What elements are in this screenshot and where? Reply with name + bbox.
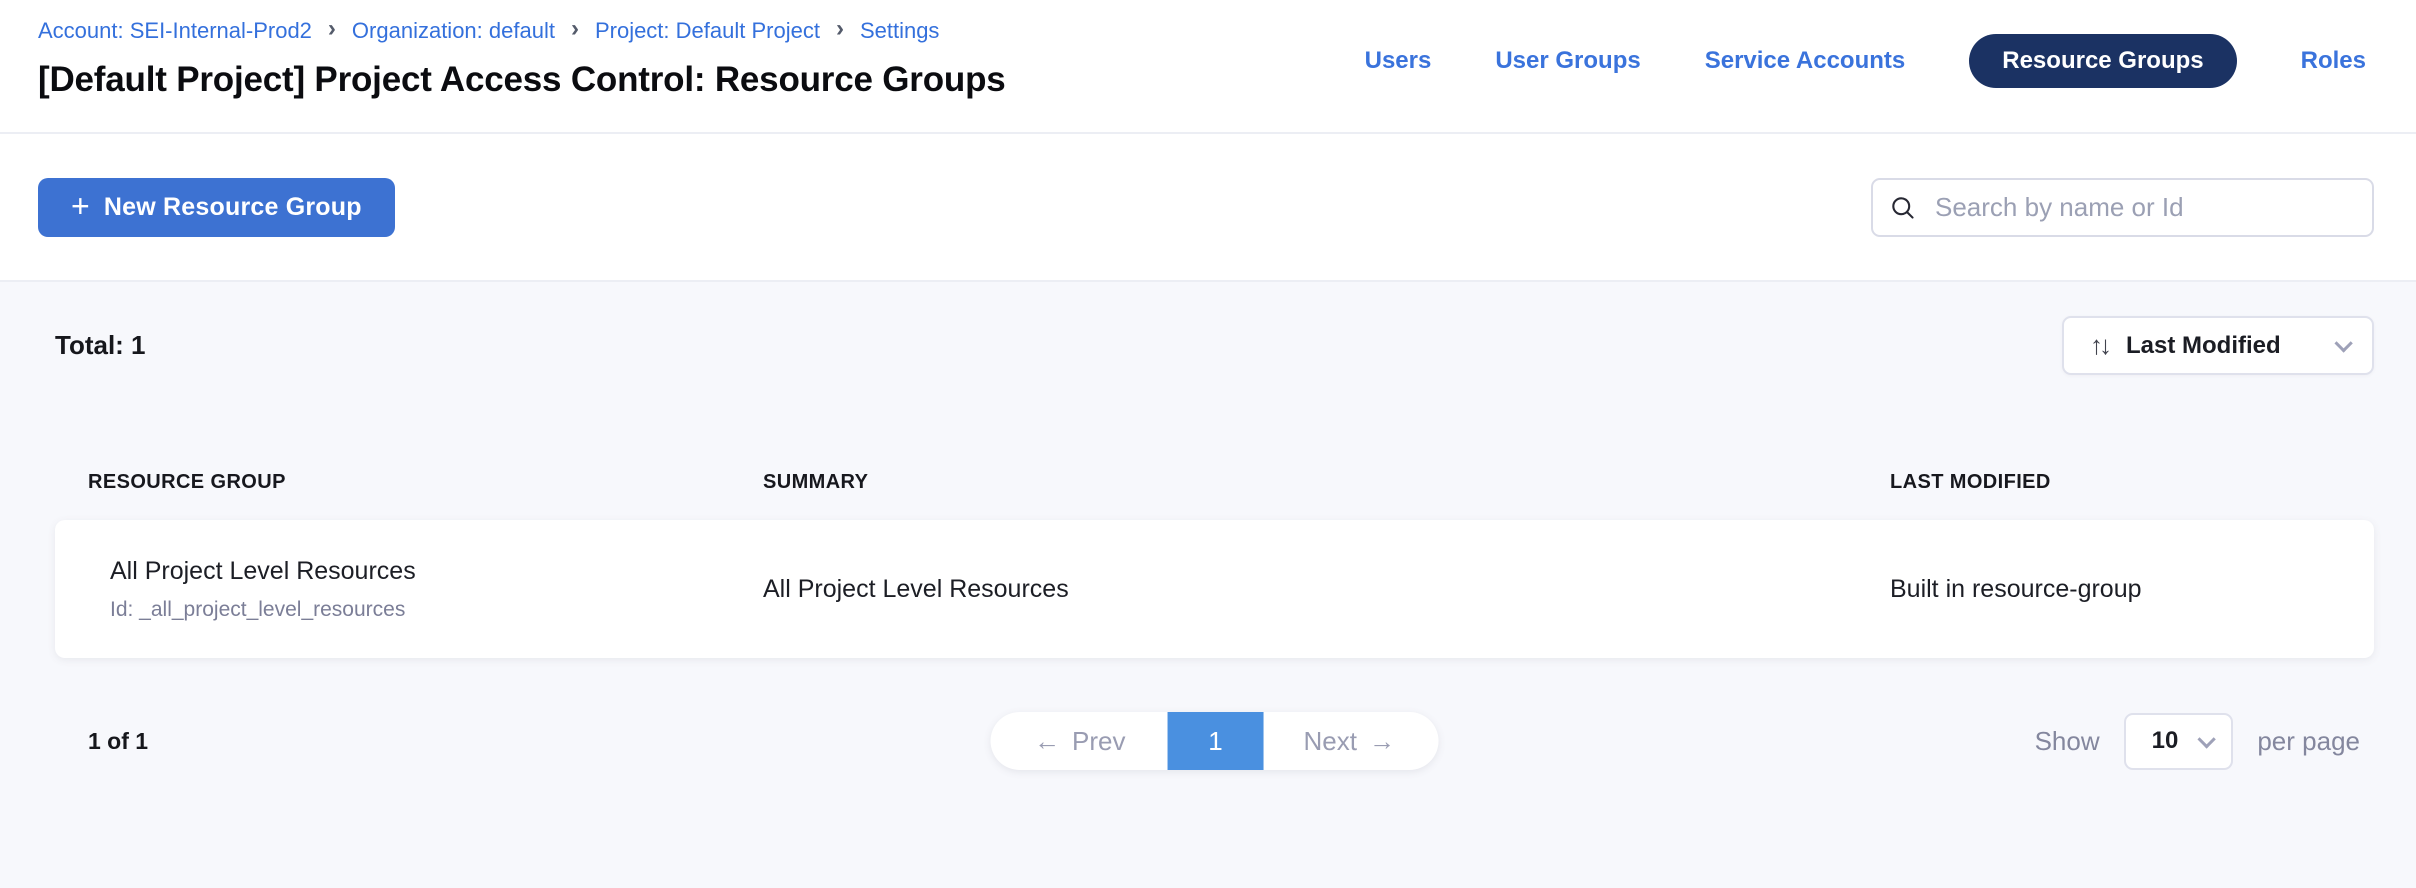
table-row[interactable]: All Project Level Resources Id: _all_pro… [55, 520, 2374, 658]
search-input[interactable] [1871, 178, 2374, 237]
pagination-row: 1 of 1 ← Prev 1 Next → Show 10 per pag [55, 712, 2374, 770]
access-control-nav: Users User Groups Service Accounts Resou… [1365, 34, 2366, 88]
last-modified-cell: Built in resource-group [1890, 575, 2374, 604]
new-resource-group-button-label: New Resource Group [104, 193, 362, 222]
toolbar: + New Resource Group [0, 134, 2416, 282]
table-header-row: Resource Group Summary Last Modified [55, 471, 2374, 494]
show-label: Show [2035, 726, 2100, 757]
arrow-right-icon: → [1369, 726, 1395, 757]
sort-dropdown-value: Last Modified [2126, 332, 2281, 360]
resource-group-cell: All Project Level Resources Id: _all_pro… [55, 557, 763, 622]
search-container [1871, 178, 2374, 237]
tab-service-accounts[interactable]: Service Accounts [1705, 49, 1906, 73]
breadcrumb-organization-link[interactable]: Organization: default [352, 18, 555, 44]
app-root: Account: SEI-Internal-Prod2 › Organizati… [0, 0, 2416, 888]
page-header: Account: SEI-Internal-Prod2 › Organizati… [0, 0, 2416, 134]
breadcrumb-separator-icon: › [571, 17, 579, 41]
page-size-value: 10 [2152, 727, 2179, 755]
tab-resource-groups[interactable]: Resource Groups [1969, 34, 2236, 88]
sort-arrows-icon: ↑↓ [2090, 330, 2108, 361]
summary-cell: All Project Level Resources [763, 575, 1890, 604]
new-resource-group-button[interactable]: + New Resource Group [38, 178, 395, 237]
sort-dropdown[interactable]: ↑↓ Last Modified [2062, 316, 2374, 375]
search-icon [1889, 194, 1917, 222]
pager: ← Prev 1 Next → [990, 712, 1439, 770]
list-meta-row: Total: 1 ↑↓ Last Modified [55, 316, 2374, 375]
prev-page-label: Prev [1072, 726, 1125, 757]
chevron-down-icon [2334, 334, 2352, 352]
breadcrumb-settings-link[interactable]: Settings [860, 18, 940, 44]
next-page-label: Next [1304, 726, 1357, 757]
per-page-label: per page [2257, 726, 2360, 757]
column-header-resource-group: Resource Group [55, 471, 763, 494]
breadcrumb-separator-icon: › [328, 17, 336, 41]
arrow-left-icon: ← [1034, 726, 1060, 757]
breadcrumb-separator-icon: › [836, 17, 844, 41]
next-page-button[interactable]: Next → [1264, 712, 1439, 770]
tab-users[interactable]: Users [1365, 49, 1432, 73]
page-size-select[interactable]: 10 [2124, 713, 2234, 770]
tab-roles[interactable]: Roles [2301, 49, 2366, 73]
column-header-summary: Summary [763, 471, 1890, 494]
tab-user-groups[interactable]: User Groups [1495, 49, 1640, 73]
current-page-button[interactable]: 1 [1168, 712, 1264, 770]
page-range-label: 1 of 1 [55, 728, 148, 755]
plus-icon: + [71, 190, 90, 222]
prev-page-button[interactable]: ← Prev [990, 712, 1167, 770]
content-area: Total: 1 ↑↓ Last Modified Resource Group… [0, 282, 2416, 888]
column-header-last-modified: Last Modified [1890, 471, 2374, 494]
chevron-down-icon [2198, 730, 2216, 748]
resource-group-name: All Project Level Resources [110, 557, 763, 586]
breadcrumb-account-link[interactable]: Account: SEI-Internal-Prod2 [38, 18, 312, 44]
page-size-control: Show 10 per page [2035, 713, 2374, 770]
breadcrumb-project-link[interactable]: Project: Default Project [595, 18, 820, 44]
resource-group-id: Id: _all_project_level_resources [110, 598, 763, 622]
total-count-label: Total: 1 [55, 330, 146, 361]
